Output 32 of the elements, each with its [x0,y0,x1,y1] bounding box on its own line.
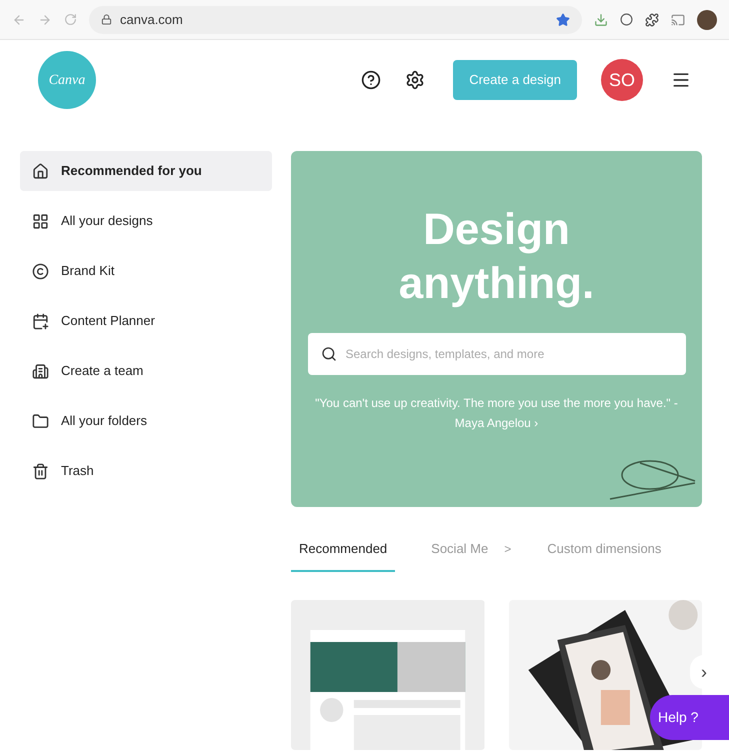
sidebar-item[interactable]: Brand Kit [20,251,272,291]
sidebar-item[interactable]: Recommended for you [20,151,272,191]
category-tab[interactable]: Recommended [291,538,396,572]
folder-icon [32,412,49,430]
download-icon[interactable] [594,12,608,26]
hero-title: anything. [398,258,594,310]
quote-text: "You can't use up creativity. The more you use the more you have." - Maya Angelou › [314,395,679,432]
help-button[interactable]: Help ? [650,695,729,740]
search-icon [320,346,336,362]
address-bar[interactable]: canva.com [89,6,582,34]
circle-icon[interactable] [620,13,633,26]
help-icon[interactable] [361,70,382,90]
cast-icon[interactable] [671,12,685,26]
sidebar-item[interactable]: All your designs [20,201,272,241]
sidebar-item[interactable]: Content Planner [20,301,272,341]
star-icon[interactable] [556,12,570,26]
house-icon [32,162,49,180]
url-text: canva.com [120,10,184,29]
sidebar-item[interactable]: Create a team [20,351,272,391]
building-icon [32,362,49,380]
calendar-icon [32,312,49,330]
settings-icon[interactable] [405,70,426,90]
hero-title: Design [423,204,570,256]
search-field[interactable]: Search designs, templates, and more [308,333,686,375]
trash-icon [32,462,49,480]
user-avatar[interactable]: SO [601,59,643,101]
sidebar-item[interactable]: All your folders [20,401,272,441]
profile-avatar[interactable] [697,10,717,30]
sidebar-item[interactable]: Trash [20,451,272,491]
grid-icon [32,212,49,230]
lock-icon [101,14,112,25]
puzzle-icon[interactable] [645,12,659,26]
